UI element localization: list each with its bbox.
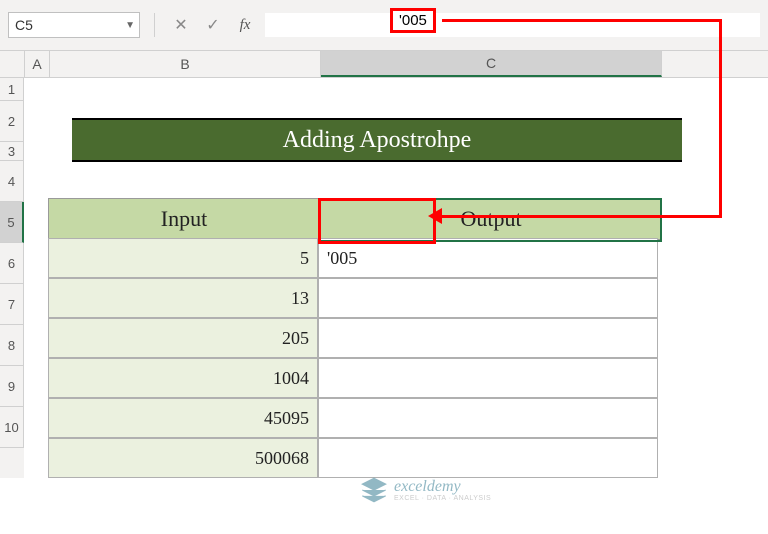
- spreadsheet-grid: A B C 1 2 3 4 5 6 7 8 9 10 Adding Apostr…: [0, 51, 768, 478]
- check-icon[interactable]: ✓: [201, 13, 225, 37]
- formula-bar-row: C5 ▼ ✕ ✓ fx '005: [0, 0, 768, 51]
- row-header-4[interactable]: 4: [0, 161, 24, 202]
- row-header-6[interactable]: 6: [0, 243, 24, 284]
- row-header-1[interactable]: 1: [0, 78, 24, 101]
- name-box[interactable]: C5 ▼: [8, 12, 140, 38]
- separator: [154, 13, 155, 37]
- col-header-B[interactable]: B: [50, 51, 321, 77]
- row-header-7[interactable]: 7: [0, 284, 24, 325]
- fx-icon[interactable]: fx: [233, 13, 257, 37]
- arrow-segment-3: [440, 215, 722, 218]
- formula-bar-input[interactable]: '005: [265, 13, 760, 37]
- cell-C8[interactable]: [318, 358, 658, 398]
- row-header-5[interactable]: 5: [0, 202, 24, 243]
- cell-C7[interactable]: [318, 318, 658, 358]
- arrow-segment-1: [442, 19, 722, 22]
- select-all-corner[interactable]: [0, 51, 25, 77]
- cell-B7[interactable]: 205: [48, 318, 318, 358]
- arrow-head-icon: [428, 208, 442, 224]
- watermark-logo-icon: [360, 476, 388, 504]
- cell-C9[interactable]: [318, 398, 658, 438]
- name-box-value: C5: [15, 17, 33, 33]
- title-cell[interactable]: Adding Apostrohpe: [72, 118, 682, 162]
- row-header-9[interactable]: 9: [0, 366, 24, 407]
- watermark-subtext: EXCEL · DATA · ANALYSIS: [394, 495, 491, 502]
- col-header-C[interactable]: C: [321, 51, 662, 77]
- formula-highlight-text: '005: [399, 12, 427, 29]
- row-header-3[interactable]: 3: [0, 142, 24, 161]
- watermark-text: exceldemy: [394, 479, 491, 495]
- cancel-icon[interactable]: ✕: [169, 13, 193, 37]
- cell-B9[interactable]: 45095: [48, 398, 318, 438]
- watermark: exceldemy EXCEL · DATA · ANALYSIS: [360, 476, 491, 504]
- chevron-down-icon[interactable]: ▼: [125, 20, 135, 31]
- cell-C10[interactable]: [318, 438, 658, 478]
- row-header-8[interactable]: 8: [0, 325, 24, 366]
- cell-B8[interactable]: 1004: [48, 358, 318, 398]
- column-headers: A B C: [0, 51, 768, 78]
- cell-B5[interactable]: 5: [48, 238, 318, 278]
- formula-highlight-box: '005: [390, 8, 436, 33]
- row-header-10[interactable]: 10: [0, 407, 24, 448]
- row-header-2[interactable]: 2: [0, 101, 24, 142]
- cell-C6[interactable]: [318, 278, 658, 318]
- header-input[interactable]: Input: [48, 198, 320, 240]
- arrow-segment-2: [719, 19, 722, 217]
- header-output[interactable]: Output: [320, 198, 662, 240]
- cell-C5[interactable]: '005: [318, 238, 658, 278]
- cell-B6[interactable]: 13: [48, 278, 318, 318]
- row-headers: 1 2 3 4 5 6 7 8 9 10: [0, 78, 24, 478]
- col-header-A[interactable]: A: [25, 51, 50, 77]
- cell-B10[interactable]: 500068: [48, 438, 318, 478]
- cell-area[interactable]: Adding Apostrohpe Input Output 5 '005 13…: [24, 78, 682, 478]
